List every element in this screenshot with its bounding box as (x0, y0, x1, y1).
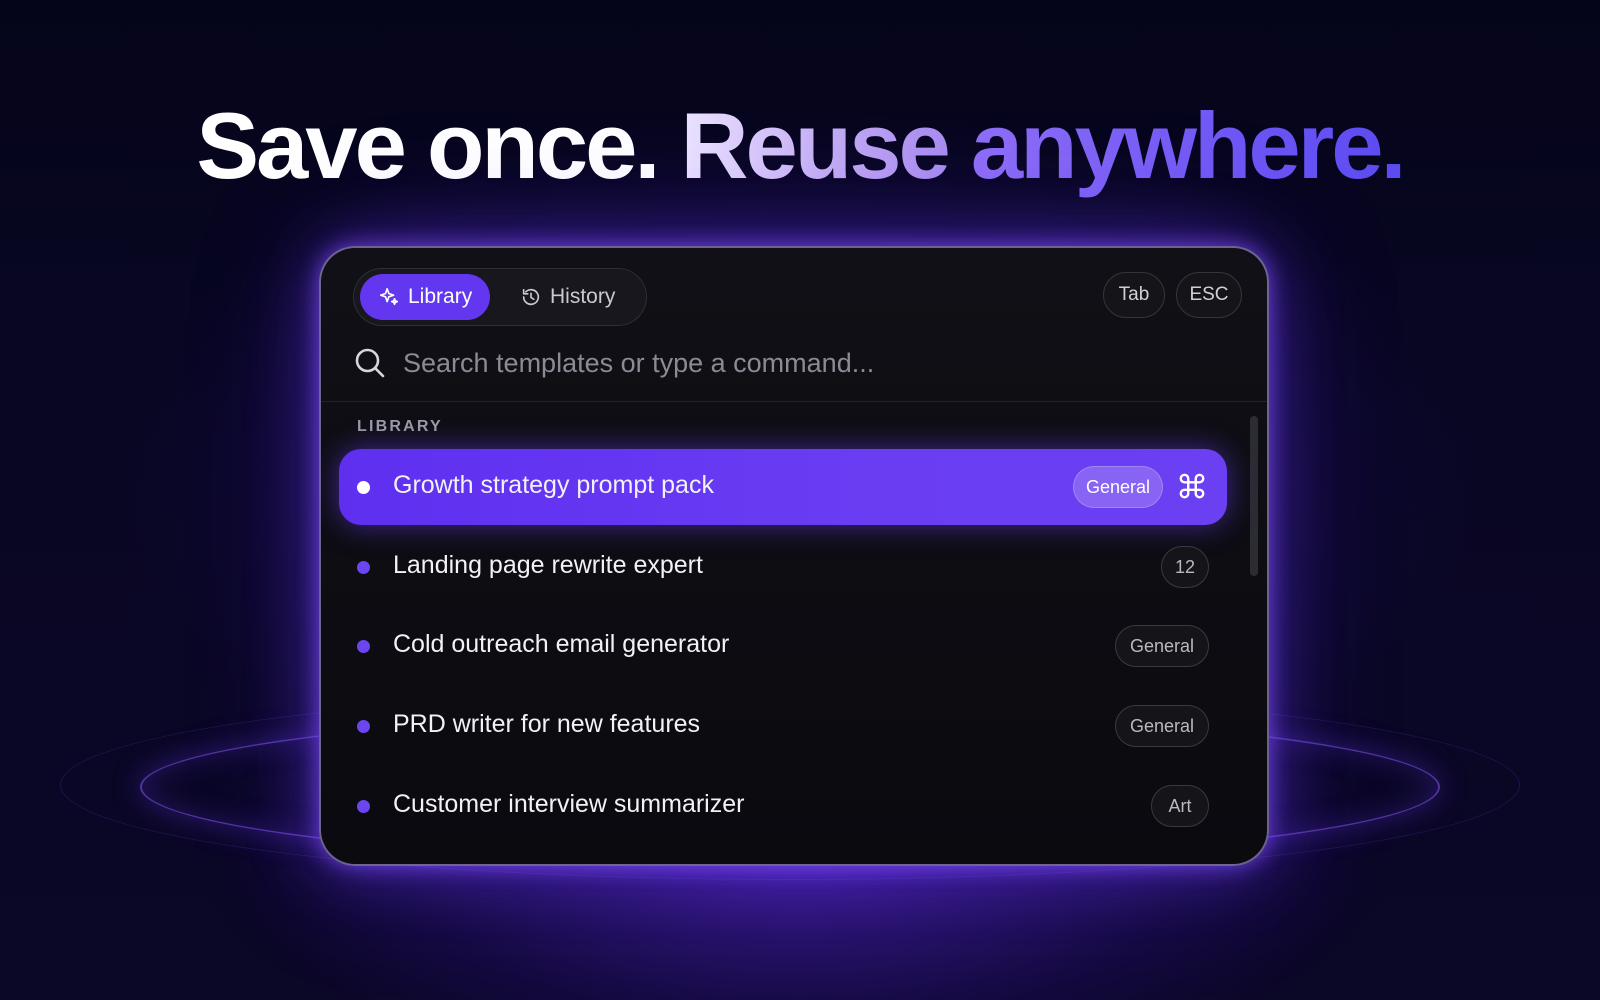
headline-part-save-once: Save once. (196, 93, 660, 198)
list-item[interactable]: Growth strategy prompt pack General (339, 449, 1227, 525)
list-item-label: Growth strategy prompt pack (393, 471, 714, 499)
command-palette: Library History Tab ESC LIBRARY (319, 246, 1269, 866)
list-item-label: Cold outreach email generator (393, 630, 730, 658)
list-item-label: Landing page rewrite expert (393, 551, 703, 579)
bullet-dot (357, 800, 370, 813)
list-item[interactable]: Customer interview summarizer Art (339, 768, 1227, 844)
category-badge: General (1073, 466, 1163, 508)
list-item-label: Customer interview summarizer (393, 790, 745, 818)
bullet-dot (357, 481, 370, 494)
command-icon (1177, 471, 1207, 501)
bullet-dot (357, 640, 370, 653)
bullet-dot (357, 720, 370, 733)
list-item-label: PRD writer for new features (393, 710, 701, 738)
category-badge: General (1115, 705, 1209, 747)
list-item[interactable]: Cold outreach email generator General (339, 608, 1227, 684)
count-badge: 12 (1161, 546, 1209, 588)
list-item[interactable]: PRD writer for new features General (339, 688, 1227, 764)
headline-part-anywhere: anywhere. (970, 93, 1407, 198)
category-badge: General (1115, 625, 1209, 667)
headline: Save once. Reuse anywhere. (0, 92, 1600, 200)
category-badge: Art (1151, 785, 1209, 827)
template-list: Growth strategy prompt pack General Land… (321, 248, 1267, 864)
headline-part-reuse: Reuse (680, 93, 951, 198)
list-item[interactable]: Landing page rewrite expert 12 (339, 529, 1227, 605)
bullet-dot (357, 561, 370, 574)
